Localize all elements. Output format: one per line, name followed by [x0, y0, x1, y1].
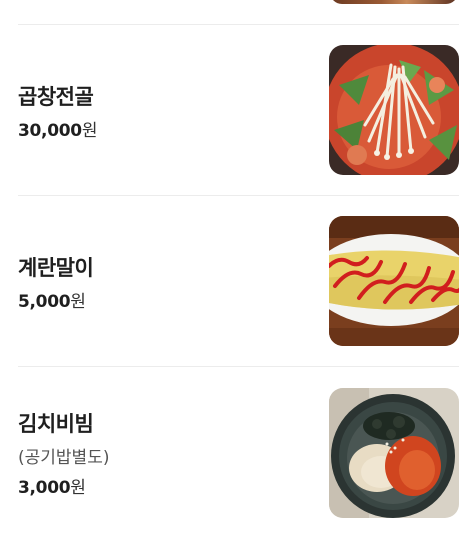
previous-item-photo-edge: [330, 0, 458, 4]
menu-item-price: 5,000원: [18, 292, 86, 312]
gyeran-mari-photo[interactable]: [329, 216, 459, 346]
menu-item-name: 계란말이: [18, 256, 94, 280]
menu-item-gyeran-mari[interactable]: 계란말이 5,000원: [0, 196, 471, 366]
menu-item-name: 곱창전골: [18, 85, 94, 109]
menu-item-price: 3,000원: [18, 478, 86, 498]
menu-item-price: 30,000원: [18, 121, 98, 141]
menu-item-gopchang[interactable]: 곱창전골 30,000원: [0, 25, 471, 195]
gopchang-jeongol-photo[interactable]: [329, 45, 459, 175]
kimchi-bibim-photo[interactable]: [329, 388, 459, 518]
menu-item-kimchi-bibim[interactable]: 김치비빔 (공기밥별도) 3,000원: [0, 367, 471, 538]
menu-item-note: (공기밥별도): [18, 448, 110, 468]
menu-item-name: 김치비빔: [18, 412, 94, 436]
